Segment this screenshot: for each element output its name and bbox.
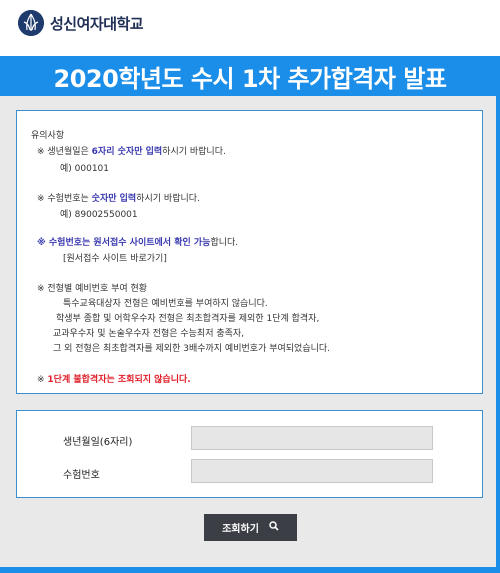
exam-number-input[interactable]	[191, 459, 433, 483]
notice-item-exam-suffix: 하시기 바랍니다.	[136, 194, 200, 204]
search-form: 생년월일(6자리) 수험번호	[16, 410, 483, 498]
university-emblem-icon	[18, 10, 44, 36]
logo[interactable]: 성신여자대학교	[18, 10, 144, 36]
exam-number-label: 수험번호	[63, 470, 100, 481]
logo-text: 성신여자대학교	[50, 14, 144, 33]
notice-item-reserve-heading: ※ 전형별 예비번호 부여 현황	[37, 284, 148, 294]
notice-item-site-suffix: 합니다.	[210, 238, 239, 248]
birth-date-input[interactable]	[191, 426, 433, 450]
notice-item-reserve-line2: 학생부 종합 및 어학우수자 전형은 최초합격자를 제외한 1단계 합격자,	[56, 314, 320, 324]
notice-item-warning-mark: ※	[37, 375, 48, 385]
right-border	[496, 96, 500, 567]
notice-item-birth-highlight: 6자리 숫자만 입력	[91, 147, 163, 157]
notice-item-site: ※ 수험번호는 원서접수 사이트에서 확인 가능합니다.	[37, 235, 238, 248]
notice-heading: 유의사항	[31, 131, 65, 141]
notice-item-birth-suffix: 하시기 바랍니다.	[162, 147, 226, 157]
notice-item-birth-example: 예) 000101	[60, 164, 110, 174]
notice-item-exam-prefix: ※ 수험번호는	[37, 194, 92, 204]
notice-item-exam-example: 예) 89002550001	[60, 210, 138, 220]
notice-item-exam: ※ 수험번호는 숫자만 입력하시기 바랍니다.	[37, 191, 200, 204]
bottom-bar	[0, 567, 500, 573]
notice-item-birth-prefix: ※ 생년월일은	[37, 147, 92, 157]
header: 성신여자대학교	[0, 0, 500, 52]
notice-item-reserve-line3: 교과우수자 및 논술우수자 전형은 수능최저 충족자,	[53, 329, 245, 339]
birth-date-label: 생년월일(6자리)	[63, 437, 133, 448]
notice-item-reserve-line1: 특수교육대상자 전형은 예비번호를 부여하지 않습니다.	[63, 299, 268, 309]
notice-item-warning: ※ 1단계 불합격자는 조회되지 않습니다.	[37, 372, 191, 385]
notice-box: 유의사항 ※ 생년월일은 6자리 숫자만 입력하시기 바랍니다. 예) 0001…	[16, 110, 483, 394]
notice-item-site-highlight: ※ 수험번호는 원서접수 사이트에서 확인 가능	[37, 238, 211, 248]
notice-item-exam-highlight: 숫자만 입력	[91, 194, 137, 204]
search-button-label: 조회하기	[222, 524, 259, 535]
application-site-link[interactable]: [원서접수 사이트 바로가기]	[63, 251, 167, 264]
notice-item-birth: ※ 생년월일은 6자리 숫자만 입력하시기 바랍니다.	[37, 144, 226, 157]
search-button[interactable]: 조회하기	[204, 514, 297, 541]
notice-item-warning-text: 1단계 불합격자는 조회되지 않습니다.	[47, 375, 191, 385]
notice-item-reserve-line4: 그 외 전형은 최초합격자를 제외한 3배수까지 예비번호가 부여되었습니다.	[53, 344, 331, 354]
search-icon	[269, 521, 279, 534]
